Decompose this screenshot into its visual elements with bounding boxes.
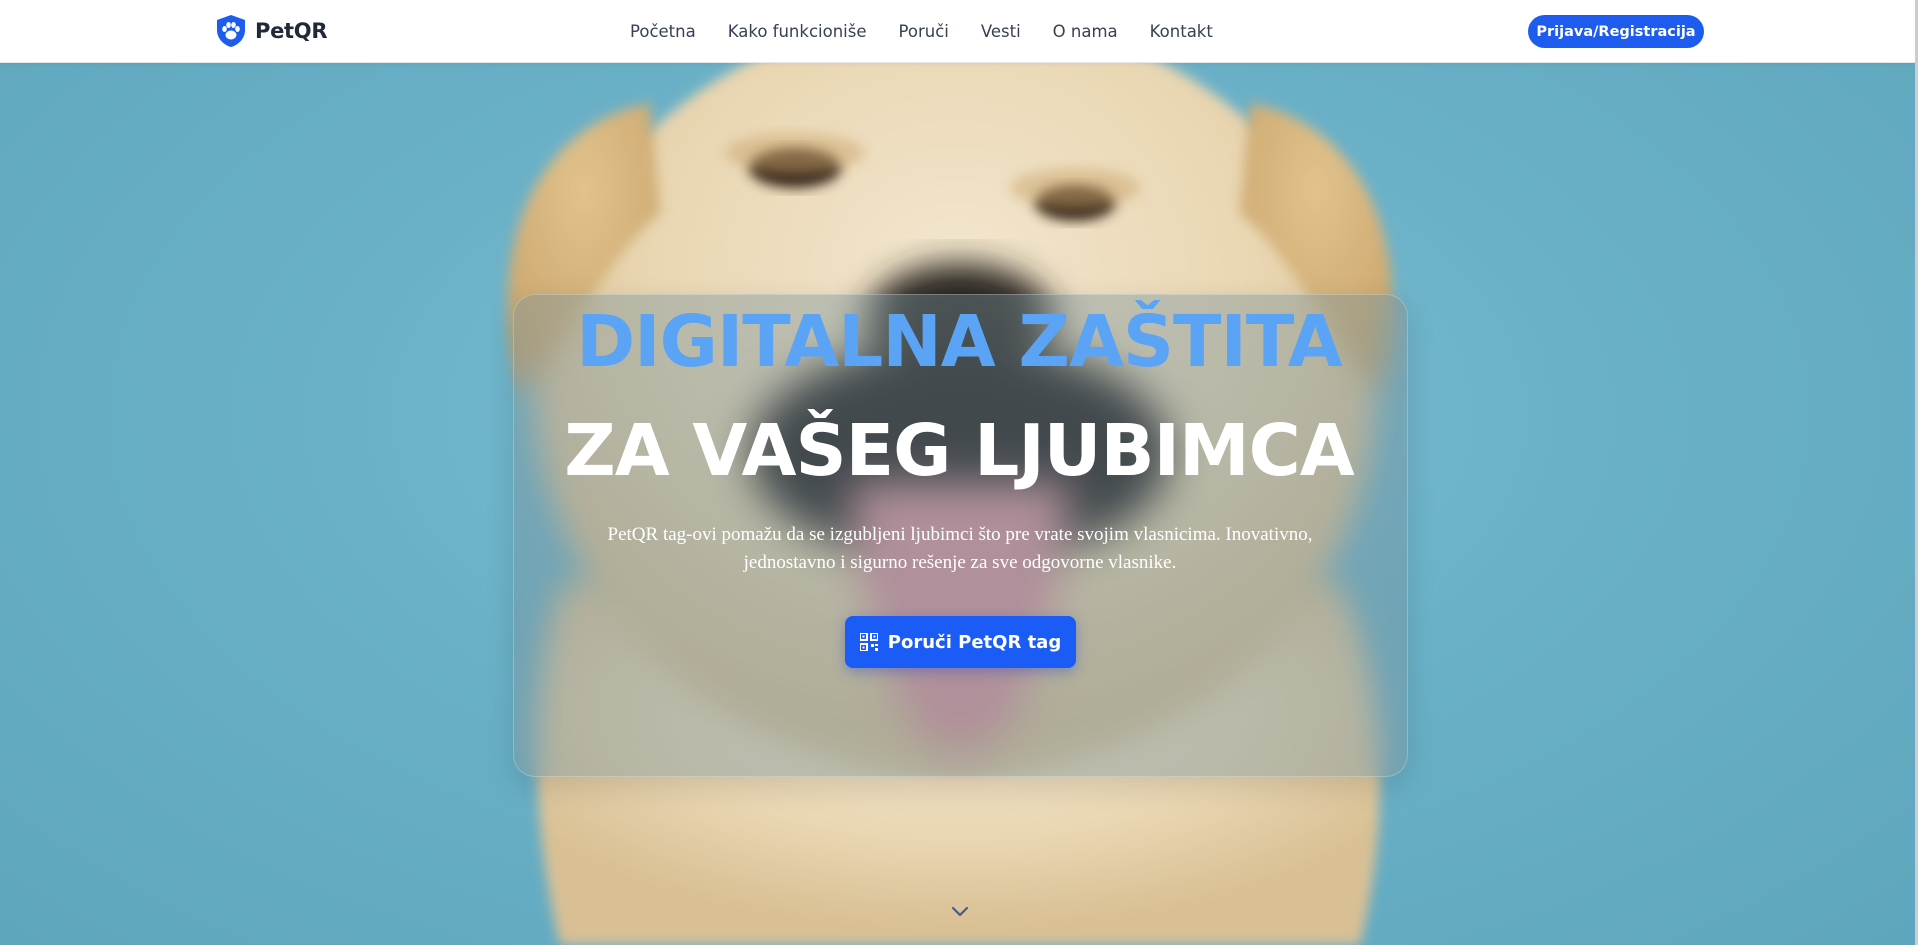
brand-logo-link[interactable]: PetQR: [215, 14, 328, 48]
nav-link-vesti[interactable]: Vesti: [981, 22, 1021, 41]
order-button-label: Poruči PetQR tag: [887, 631, 1062, 653]
qr-code-icon: [859, 633, 878, 651]
hero-title-line1: DIGITALNA ZAŠTITA: [576, 300, 1343, 383]
top-navbar: PetQR Početna Kako funkcioniše Poruči Ve…: [0, 0, 1918, 63]
hero-title-line2: ZA VAŠEG LJUBIMCA: [564, 409, 1354, 492]
login-register-button[interactable]: Prijava/Registracija: [1528, 15, 1704, 48]
brand-name: PetQR: [255, 19, 328, 43]
order-petqr-tag-button[interactable]: Poruči PetQR tag: [845, 616, 1076, 668]
main-nav: Početna Kako funkcioniše Poruči Vesti O …: [630, 0, 1213, 63]
hero-description: PetQR tag-ovi pomažu da se izgubljeni lj…: [607, 524, 1313, 573]
nav-link-pocetna[interactable]: Početna: [630, 22, 696, 41]
nav-link-poruci[interactable]: Poruči: [899, 22, 949, 41]
nav-link-o-nama[interactable]: O nama: [1053, 22, 1118, 41]
chevron-down-icon[interactable]: [950, 905, 970, 919]
hero-section: [0, 63, 1918, 945]
nav-link-kako-funkcionise[interactable]: Kako funkcioniše: [728, 22, 867, 41]
nav-link-kontakt[interactable]: Kontakt: [1150, 22, 1213, 41]
shield-paw-icon: [217, 15, 245, 47]
